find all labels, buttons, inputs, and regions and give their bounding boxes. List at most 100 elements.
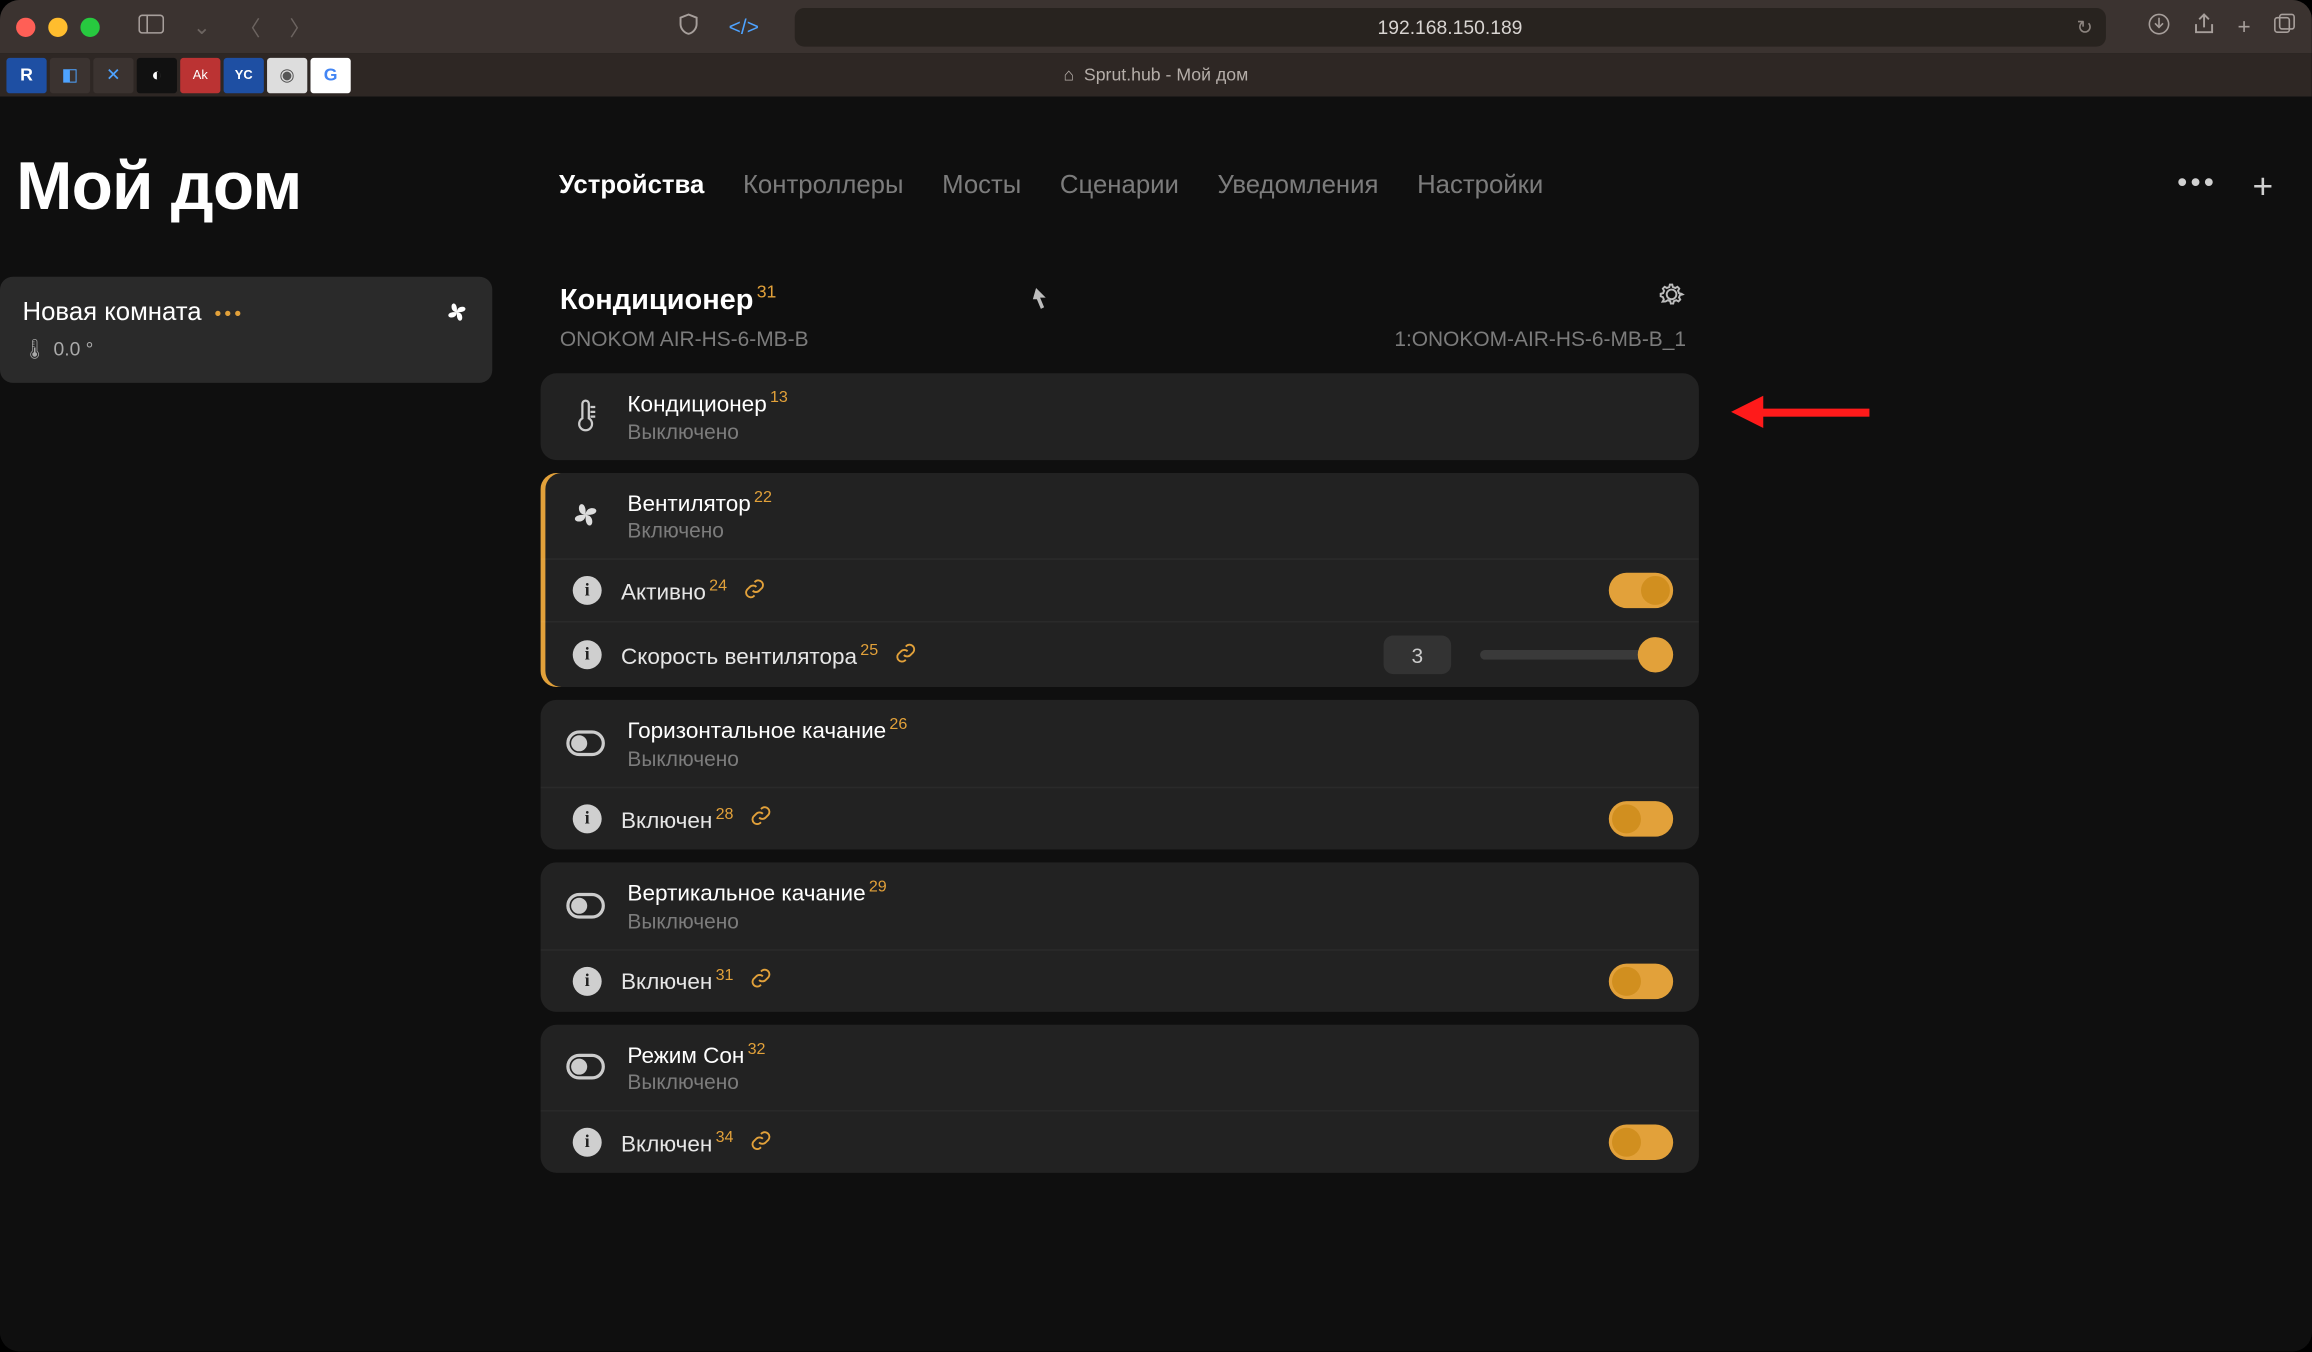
- devtools-icon[interactable]: </>: [722, 11, 765, 42]
- fan-icon: [444, 299, 470, 330]
- rooms-sidebar: Новая комната ••• 🌡 0.0 °: [0, 277, 492, 1186]
- url-bar[interactable]: 192.168.150.189 ↻: [794, 7, 2105, 46]
- room-badge-icon: •••: [214, 302, 244, 325]
- app-header: Мой дом Устройства Контроллеры Мосты Сце…: [0, 97, 2312, 239]
- info-icon[interactable]: i: [573, 1128, 602, 1157]
- row-label: Включен31: [621, 967, 733, 994]
- link-icon[interactable]: [750, 1129, 773, 1156]
- fan-icon: [566, 496, 605, 535]
- tile-hswing[interactable]: Горизонтальное качание26 Выключено i Вкл…: [541, 700, 1699, 849]
- app-root: Мой дом Устройства Контроллеры Мосты Сце…: [0, 97, 2312, 1352]
- device-name: Кондиционер31: [560, 283, 809, 317]
- tile-fan-status: Включено: [627, 519, 771, 543]
- row-sleep-on: i Включен34: [541, 1111, 1699, 1174]
- nav-notifications[interactable]: Уведомления: [1218, 172, 1379, 201]
- switch-vswing[interactable]: [1609, 963, 1673, 998]
- switch-hswing[interactable]: [1609, 801, 1673, 836]
- row-hswing-on: i Включен28: [541, 787, 1699, 850]
- tile-ac[interactable]: Кондиционер13 Выключено: [541, 373, 1699, 459]
- link-icon[interactable]: [743, 577, 766, 604]
- device-header: Кондиционер31 ONOKOM AIR-HS-6-MB-B 1:ONO…: [541, 277, 1699, 374]
- info-icon[interactable]: i: [573, 641, 602, 670]
- toggle-icon: [566, 1048, 605, 1087]
- url-text: 192.168.150.189: [1377, 15, 1522, 38]
- favicon-4[interactable]: ◐: [137, 57, 177, 92]
- device-model: ONOKOM AIR-HS-6-MB-B: [560, 327, 809, 351]
- tile-hswing-status: Выключено: [627, 746, 907, 770]
- nav-devices[interactable]: Устройства: [559, 172, 704, 201]
- fan-speed-value[interactable]: 3: [1384, 636, 1452, 675]
- maximize-window-button[interactable]: [80, 17, 99, 36]
- favicon-6[interactable]: YC: [224, 57, 264, 92]
- tile-fan-title: Вентилятор22: [627, 489, 771, 516]
- tab-overview-icon[interactable]: [2273, 13, 2296, 40]
- room-card[interactable]: Новая комната ••• 🌡 0.0 °: [0, 277, 492, 383]
- favicon-2[interactable]: ◧: [50, 57, 90, 92]
- close-window-button[interactable]: [16, 17, 35, 36]
- tab-strip: R ◧ ✕ ◐ Ak YC ◉ G ⌂ Sprut.hub - Мой дом: [0, 53, 2312, 96]
- tile-fan[interactable]: Вентилятор22 Включено i Активно24: [541, 472, 1699, 687]
- gear-icon[interactable]: [1657, 280, 1686, 317]
- fan-speed-slider[interactable]: [1480, 650, 1673, 660]
- tile-vswing[interactable]: Вертикальное качание29 Выключено i Включ…: [541, 862, 1699, 1011]
- browser-toolbar: ⌄ 〈 〉 </> 192.168.150.189 ↻ +: [0, 0, 2312, 53]
- tile-ac-title: Кондиционер13: [627, 389, 787, 416]
- link-icon[interactable]: [750, 967, 773, 994]
- switch-sleep[interactable]: [1609, 1125, 1673, 1160]
- favicon-5[interactable]: Ak: [180, 57, 220, 92]
- link-icon[interactable]: [894, 642, 917, 669]
- info-icon[interactable]: i: [573, 966, 602, 995]
- window-controls: [16, 17, 100, 36]
- toggle-icon: [566, 724, 605, 763]
- room-name: Новая комната: [23, 299, 202, 328]
- favicon-8[interactable]: G: [310, 57, 350, 92]
- favicon-1[interactable]: R: [6, 57, 46, 92]
- row-label: Включен34: [621, 1129, 733, 1156]
- main-nav: Устройства Контроллеры Мосты Сценарии Ув…: [559, 172, 1543, 201]
- tile-ac-status: Выключено: [627, 419, 787, 443]
- nav-bridges[interactable]: Мосты: [942, 172, 1021, 201]
- room-temperature: 0.0 °: [53, 338, 93, 361]
- info-icon[interactable]: i: [573, 576, 602, 605]
- row-fan-speed: i Скорость вентилятора25 3: [541, 621, 1699, 687]
- share-icon[interactable]: [2192, 13, 2215, 40]
- tile-sleep-status: Выключено: [627, 1070, 765, 1094]
- downloads-icon[interactable]: [2147, 13, 2170, 40]
- back-button[interactable]: 〈: [233, 8, 267, 45]
- tab-title-text: Sprut.hub - Мой дом: [1084, 65, 1248, 84]
- nav-scenarios[interactable]: Сценарии: [1060, 172, 1179, 201]
- home-icon: ⌂: [1064, 65, 1075, 84]
- thermometer-icon: 🌡: [23, 338, 48, 361]
- tile-vswing-status: Выключено: [627, 908, 886, 932]
- tile-hswing-title: Горизонтальное качание26: [627, 716, 907, 743]
- row-label: Скорость вентилятора25: [621, 642, 878, 669]
- row-label: Активно24: [621, 578, 727, 605]
- sidebar-toggle-icon[interactable]: [132, 11, 171, 42]
- toggle-icon: [566, 886, 605, 925]
- info-icon[interactable]: i: [573, 804, 602, 833]
- more-icon[interactable]: •••: [2177, 166, 2217, 208]
- device-id: 1:ONOKOM-AIR-HS-6-MB-B_1: [1394, 327, 1686, 351]
- switch-fan-active[interactable]: [1609, 573, 1673, 608]
- device-panel: Кондиционер31 ONOKOM AIR-HS-6-MB-B 1:ONO…: [541, 277, 1699, 1186]
- shield-icon[interactable]: [671, 10, 706, 44]
- page-title: Мой дом: [16, 148, 302, 225]
- row-vswing-on: i Включен31: [541, 949, 1699, 1012]
- forward-button[interactable]: 〉: [283, 8, 317, 45]
- row-fan-active: i Активно24: [541, 559, 1699, 622]
- nav-settings[interactable]: Настройки: [1417, 172, 1543, 201]
- new-tab-icon[interactable]: +: [2238, 13, 2251, 40]
- minimize-window-button[interactable]: [48, 17, 67, 36]
- chevron-down-icon[interactable]: ⌄: [187, 10, 217, 42]
- favicon-7[interactable]: ◉: [267, 57, 307, 92]
- tile-sleep[interactable]: Режим Сон32 Выключено i Включен34: [541, 1024, 1699, 1173]
- thermostat-icon: [566, 397, 605, 436]
- row-label: Включен28: [621, 805, 733, 832]
- tile-sleep-title: Режим Сон32: [627, 1040, 765, 1067]
- add-icon[interactable]: +: [2253, 166, 2274, 208]
- cursor-icon: [1030, 286, 1053, 317]
- link-icon[interactable]: [750, 805, 773, 832]
- favicon-3[interactable]: ✕: [93, 57, 133, 92]
- reload-icon[interactable]: ↻: [2077, 15, 2093, 38]
- nav-controllers[interactable]: Контроллеры: [743, 172, 904, 201]
